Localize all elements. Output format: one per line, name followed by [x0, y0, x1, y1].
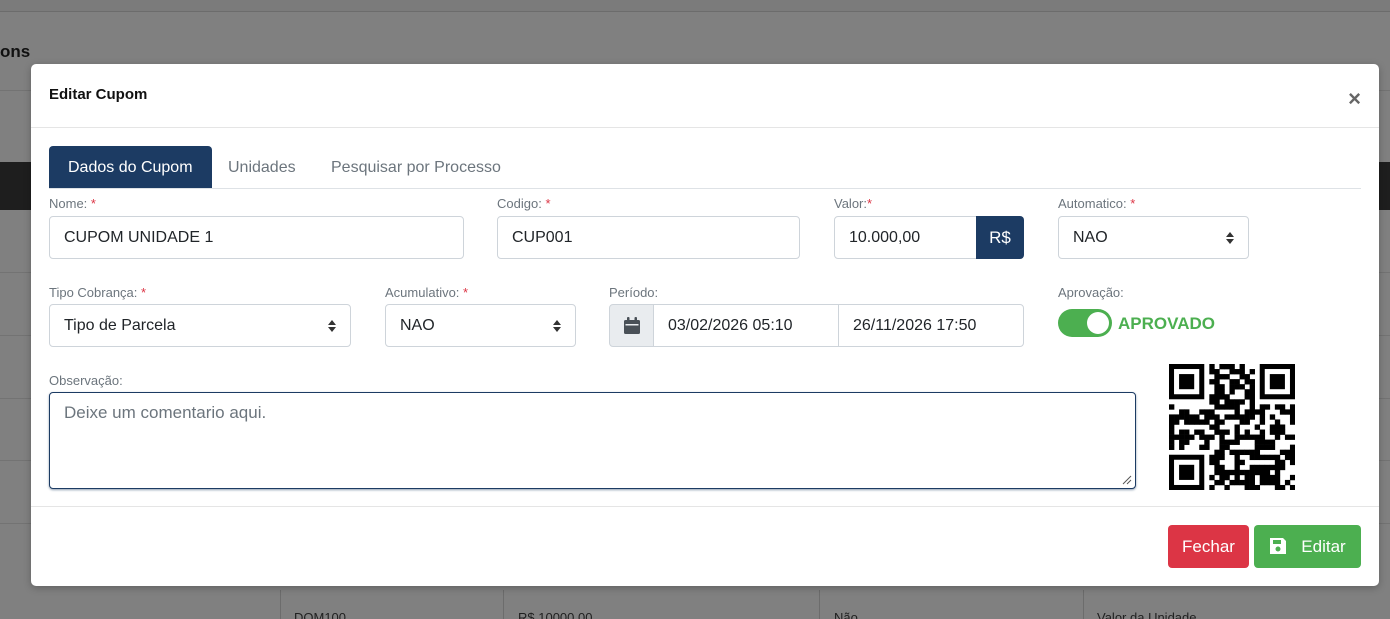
editar-button[interactable]: Editar: [1254, 525, 1361, 568]
valor-input[interactable]: 10.000,00: [834, 216, 979, 259]
acumulativo-select[interactable]: NAO: [385, 304, 576, 347]
save-icon: [1270, 538, 1287, 555]
qr-code-icon: [1169, 364, 1295, 490]
background-col-divider: [1083, 590, 1084, 619]
codigo-input[interactable]: CUP001: [497, 216, 800, 259]
resize-handle-icon[interactable]: [1122, 475, 1132, 485]
aprovacao-label: Aprovação:: [1058, 285, 1124, 300]
calendar-icon: [624, 317, 640, 334]
modal-header: Editar Cupom ×: [31, 64, 1379, 128]
footer-divider: [31, 506, 1379, 507]
background-cell: Valor da Unidade: [1097, 610, 1197, 619]
periodo-start-input[interactable]: 03/02/2026 05:10: [653, 304, 839, 347]
tab-bar: Dados do Cupom Unidades Pesquisar por Pr…: [49, 146, 1361, 189]
fechar-button[interactable]: Fechar: [1168, 525, 1249, 568]
modal-title: Editar Cupom: [49, 86, 148, 103]
tipo-cobranca-select[interactable]: Tipo de Parcela: [49, 304, 351, 347]
background-col-divider: [280, 590, 281, 619]
acumulativo-label: Acumulativo: *: [385, 285, 469, 300]
periodo-end-input[interactable]: 26/11/2026 17:50: [838, 304, 1024, 347]
edit-coupon-modal: Editar Cupom × Dados do Cupom Unidades P…: [31, 64, 1379, 586]
tipo-cobranca-label: Tipo Cobrança: *: [49, 285, 147, 300]
observacao-textarea[interactable]: Deixe um comentario aqui.: [49, 392, 1136, 489]
nome-label: Nome: *: [49, 196, 96, 211]
automatico-select[interactable]: NAO: [1058, 216, 1249, 259]
observacao-placeholder: Deixe um comentario aqui.: [64, 403, 267, 422]
editar-label: Editar: [1301, 537, 1346, 556]
nome-input[interactable]: CUPOM UNIDADE 1: [49, 216, 464, 259]
background-cell: Não: [834, 610, 858, 619]
background-col-divider: [503, 590, 504, 619]
observacao-label: Observação:: [49, 373, 123, 388]
tab-dados-do-cupom[interactable]: Dados do Cupom: [49, 146, 212, 188]
aprovacao-toggle[interactable]: [1058, 309, 1112, 337]
codigo-label: Codigo: *: [497, 196, 551, 211]
tab-pesquisar-por-processo[interactable]: Pesquisar por Processo: [312, 146, 520, 188]
background-page-title: ons: [0, 42, 31, 61]
automatico-label: Automatico: *: [1058, 196, 1136, 211]
valor-label: Valor:*: [834, 196, 873, 211]
background-top-bar: [0, 0, 1390, 12]
select-arrows-icon: [1226, 232, 1234, 244]
toggle-knob: [1087, 312, 1109, 334]
automatico-value: NAO: [1073, 229, 1108, 246]
periodo-label: Período:: [609, 285, 659, 300]
close-icon[interactable]: ×: [1348, 88, 1361, 110]
calendar-addon[interactable]: [609, 304, 655, 347]
background-col-divider: [819, 590, 820, 619]
tipo-cobranca-value: Tipo de Parcela: [64, 317, 176, 334]
background-cell: DOM100: [294, 610, 347, 619]
select-arrows-icon: [553, 320, 561, 332]
select-arrows-icon: [328, 320, 336, 332]
acumulativo-value: NAO: [400, 317, 435, 334]
currency-addon: R$: [976, 216, 1024, 259]
background-cell: R$ 10000,00: [518, 610, 593, 619]
tab-unidades[interactable]: Unidades: [209, 146, 315, 188]
aprovacao-status: APROVADO: [1118, 314, 1215, 333]
